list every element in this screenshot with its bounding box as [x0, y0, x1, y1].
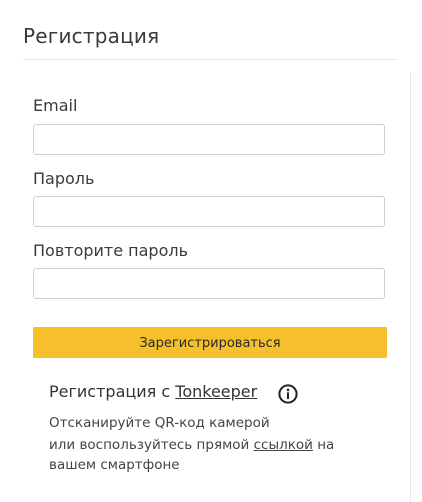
- page-title: Регистрация: [23, 24, 160, 48]
- tonkeeper-heading-prefix: Регистрация с: [49, 382, 176, 401]
- register-button[interactable]: Зарегистрироваться: [33, 327, 387, 358]
- password-field[interactable]: [33, 196, 385, 227]
- password-label: Пароль: [33, 169, 95, 188]
- tonkeeper-desc-line2: или воспользуйтесь прямой ссылкой на: [49, 437, 334, 453]
- title-divider: [23, 59, 397, 60]
- email-field[interactable]: [33, 124, 385, 155]
- info-icon[interactable]: [278, 384, 298, 404]
- tonkeeper-heading: Регистрация с Tonkeeper: [49, 382, 257, 401]
- tonkeeper-desc-line2-prefix: или воспользуйтесь прямой: [49, 437, 254, 453]
- repeat-password-label: Повторите пароль: [33, 241, 189, 260]
- email-label: Email: [33, 96, 78, 115]
- direct-link[interactable]: ссылкой: [254, 437, 313, 453]
- tonkeeper-desc-line1: Отсканируйте QR-код камерой: [49, 415, 270, 431]
- tonkeeper-desc-line3: вашем смартфоне: [49, 457, 180, 473]
- right-rule: [410, 72, 411, 502]
- tonkeeper-link[interactable]: Tonkeeper: [175, 382, 257, 401]
- tonkeeper-desc-line2-suffix: на: [312, 437, 335, 453]
- repeat-password-field[interactable]: [33, 268, 385, 299]
